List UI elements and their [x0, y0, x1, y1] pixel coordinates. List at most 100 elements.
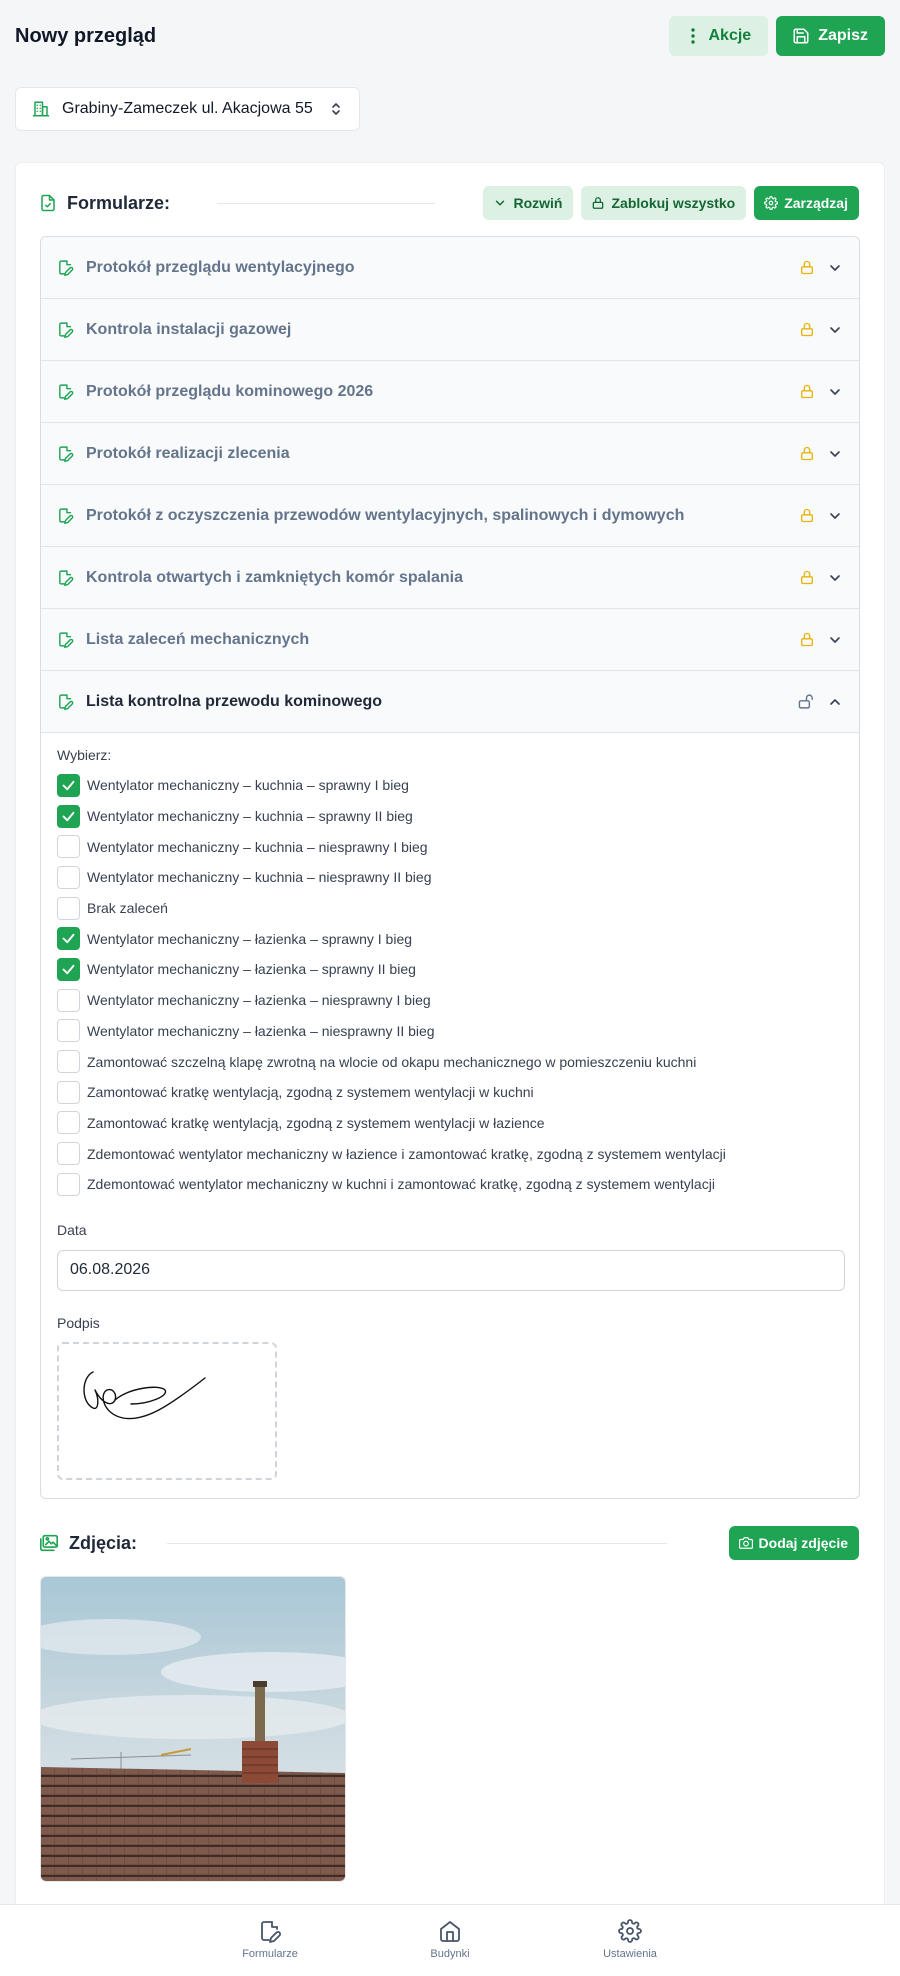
manage-button[interactable]: Zarządzaj [754, 186, 859, 220]
checkbox[interactable] [57, 1080, 80, 1104]
checkbox[interactable] [57, 1050, 80, 1074]
checkbox[interactable] [57, 927, 80, 951]
file-edit-icon [59, 260, 74, 276]
form-row[interactable]: Protokół realizacji zlecenia [41, 423, 859, 485]
signature-pad[interactable] [57, 1341, 277, 1480]
forms-section-title: Formularze: [67, 192, 171, 213]
lock-toggle[interactable] [799, 445, 815, 462]
lock-icon [801, 446, 813, 461]
save-button[interactable]: Zapisz [776, 16, 885, 56]
building-select[interactable]: Grabiny-Zameczek ul. Akacjowa 55 [15, 87, 360, 131]
file-edit-icon [59, 570, 74, 586]
checkbox[interactable] [57, 865, 80, 889]
toggle-button[interactable] [827, 632, 843, 648]
add-photo-button-label: Dodaj zdjęcie [758, 1535, 848, 1551]
lock-toggle[interactable] [799, 321, 815, 338]
file-edit-icon [59, 694, 74, 710]
checkbox[interactable] [57, 1019, 80, 1043]
toggle-button[interactable] [827, 694, 843, 710]
lock-toggle[interactable] [799, 631, 815, 648]
lock-toggle[interactable] [799, 259, 815, 276]
lock-all-button[interactable]: Zablokuj wszystko [581, 186, 747, 220]
toggle-button[interactable] [827, 508, 843, 524]
file-edit-icon [59, 446, 74, 462]
unlock-icon [798, 694, 813, 709]
checkbox-item: Wentylator mechaniczny – kuchnia – spraw… [57, 801, 843, 832]
date-input[interactable] [57, 1249, 845, 1291]
lock-toggle[interactable] [798, 693, 815, 710]
checkbox[interactable] [57, 1172, 80, 1196]
gear-icon [764, 196, 779, 210]
toggle-button[interactable] [827, 384, 843, 400]
checkbox[interactable] [57, 957, 80, 981]
form-row[interactable]: Protokół przeglądu wentylacyjnego [41, 237, 859, 299]
nav-item-ustawienia[interactable]: Ustawienia [580, 1919, 680, 1960]
checkbox-label: Wentylator mechaniczny – łazienka – nies… [87, 1022, 435, 1039]
checkbox-label: Wentylator mechaniczny – kuchnia – niesp… [87, 838, 428, 855]
chimney-roof-photo [41, 1577, 345, 1881]
lock-toggle[interactable] [799, 507, 815, 524]
lock-toggle[interactable] [799, 569, 815, 586]
nav-item-budynki[interactable]: Budynki [400, 1919, 500, 1960]
checkbox-item: Zdemontować wentylator mechaniczny w kuc… [57, 1169, 843, 1200]
photos-section-title: Zdjęcia: [69, 1532, 138, 1553]
images-icon [39, 1534, 58, 1552]
file-edit-icon [59, 508, 74, 524]
form-row[interactable]: Lista kontrolna przewodu kominowego [41, 671, 859, 733]
nav-item-formularze[interactable]: Formularze [220, 1919, 320, 1960]
checkbox-list: Wentylator mechaniczny – kuchnia – spraw… [57, 770, 843, 1200]
form-row[interactable]: Protokół z oczyszczenia przewodów wentyl… [41, 485, 859, 547]
bottom-nav: Formularze Budynki Ustawienia [0, 1904, 900, 1976]
checkbox-label: Zdemontować wentylator mechaniczny w kuc… [87, 1176, 715, 1193]
photos-section-header: Zdjęcia: Dodaj zdjęcie [39, 1525, 859, 1561]
checkbox[interactable] [57, 988, 80, 1012]
lock-toggle[interactable] [799, 383, 815, 400]
manage-button-label: Zarządzaj [784, 195, 848, 211]
photo-thumbnail[interactable] [40, 1576, 346, 1882]
nav-item-label: Ustawienia [603, 1948, 657, 1960]
forms-section-header: Formularze: Rozwiń Zablokuj wszystko Zar… [39, 185, 859, 221]
checkbox-item: Wentylator mechaniczny – łazienka – spra… [57, 923, 843, 954]
form-row[interactable]: Kontrola instalacji gazowej [41, 299, 859, 361]
lock-all-button-label: Zablokuj wszystko [611, 195, 736, 211]
checkbox-item: Wentylator mechaniczny – kuchnia – niesp… [57, 831, 843, 862]
checkbox[interactable] [57, 896, 80, 920]
chevron-up-icon [830, 698, 840, 705]
checkbox[interactable] [57, 1111, 80, 1135]
add-photo-button[interactable]: Dodaj zdjęcie [728, 1526, 859, 1560]
form-name: Kontrola otwartych i zamkniętych komór s… [86, 568, 463, 586]
checkbox[interactable] [57, 804, 80, 828]
chevron-down-icon [830, 636, 840, 643]
divider [217, 202, 436, 204]
building-icon [32, 101, 50, 117]
form-name: Protokół przeglądu kominowego 2026 [86, 382, 374, 400]
checkbox[interactable] [57, 835, 80, 859]
checkbox[interactable] [57, 773, 80, 797]
toggle-button[interactable] [827, 446, 843, 462]
chevron-down-icon [830, 450, 840, 457]
nav-item-label: Formularze [242, 1948, 298, 1960]
gear-icon [618, 1919, 642, 1943]
checkbox-item: Wentylator mechaniczny – kuchnia – niesp… [57, 862, 843, 893]
toggle-button[interactable] [827, 260, 843, 276]
checkbox-item: Wentylator mechaniczny – łazienka – spra… [57, 954, 843, 985]
checkbox-item: Wentylator mechaniczny – łazienka – nies… [57, 1016, 843, 1047]
actions-button[interactable]: Akcje [668, 16, 769, 56]
form-row[interactable]: Lista zaleceń mechanicznych [41, 609, 859, 671]
checkbox[interactable] [57, 1142, 80, 1166]
signature-label: Podpis [57, 1314, 100, 1331]
top-bar: Nowy przegląd Akcje Zapisz [0, 0, 900, 72]
file-edit-icon [59, 384, 74, 400]
checkbox-label: Wentylator mechaniczny – kuchnia – spraw… [87, 808, 413, 825]
form-row[interactable]: Kontrola otwartych i zamkniętych komór s… [41, 547, 859, 609]
form-row[interactable]: Protokół przeglądu kominowego 2026 [41, 361, 859, 423]
checkbox-label: Wentylator mechaniczny – kuchnia – spraw… [87, 777, 409, 794]
checkbox-item: Zamontować szczelną klapę zwrotną na wlo… [57, 1046, 843, 1077]
toggle-button[interactable] [827, 322, 843, 338]
form-name: Lista kontrolna przewodu kominowego [86, 692, 383, 710]
checkbox-label: Brak zaleceń [87, 900, 168, 917]
toggle-button[interactable] [827, 570, 843, 586]
check-icon [62, 780, 75, 791]
chevron-down-icon [496, 200, 505, 206]
expand-button[interactable]: Rozwiń [483, 186, 574, 220]
